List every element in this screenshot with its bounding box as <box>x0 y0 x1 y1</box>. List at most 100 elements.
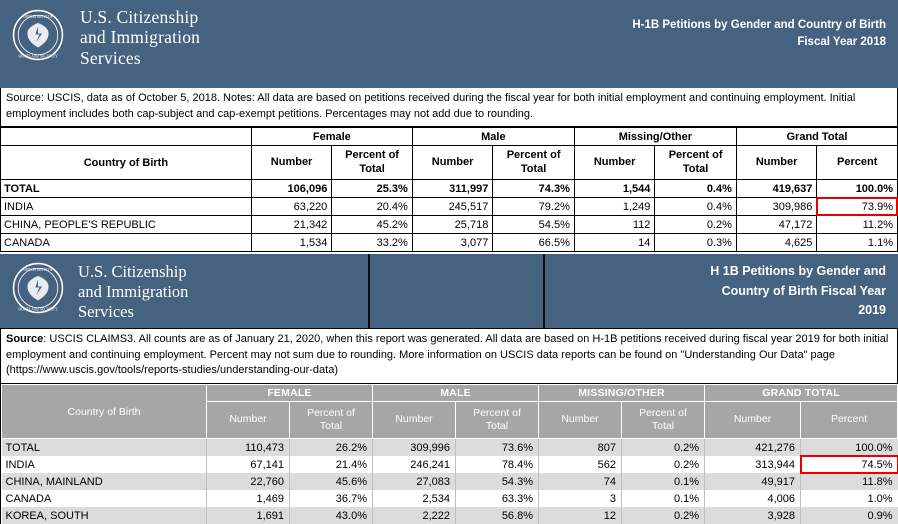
cell-total-percent: 0.9% <box>800 507 898 524</box>
cell-missing-number: 1,544 <box>573 179 656 199</box>
cell-missing-percent: 0.2% <box>621 456 706 474</box>
cell-male-percent: 63.3% <box>455 490 540 508</box>
cell-female-number: 21,342 <box>250 215 333 235</box>
cell-male-percent: 66.5% <box>492 233 575 253</box>
col-male-number: Number <box>411 145 494 181</box>
cell-missing-number: 3 <box>538 490 623 508</box>
cell-male-number: 311,997 <box>411 179 494 199</box>
agency-name: U.S. Citizenship and Immigration Service… <box>78 262 189 321</box>
cell-country: INDIA <box>0 197 252 217</box>
cell-country: TOTAL <box>1 438 207 457</box>
col-male-percent: Percent of Total <box>454 401 540 440</box>
cell-total-number: 47,172 <box>735 215 818 235</box>
cell-female-percent: 25.3% <box>331 179 413 199</box>
group-female: Female <box>250 127 413 147</box>
cell-total-percent: 100.0% <box>800 438 898 457</box>
col-missing-number: Number <box>538 401 623 440</box>
table-subheader-row: Country of Birth Number Percent of Total… <box>0 145 898 181</box>
report2-agency-block: DEPARTMENT OF HOMELAND SECURITY U.S. Cit… <box>0 254 370 329</box>
source-text: : USCIS CLAIMS3. All counts are as of Ja… <box>6 333 889 377</box>
table-row: INDIA 67,141 21.4% 246,241 78.4% 562 0.2… <box>1 455 898 475</box>
cell-female-percent: 21.4% <box>289 456 373 474</box>
cell-male-number: 27,083 <box>372 473 456 491</box>
cell-total-percent: 1.0% <box>800 490 898 508</box>
col-total-percent: Percent <box>816 145 898 181</box>
svg-text:HOMELAND SECURITY: HOMELAND SECURITY <box>18 54 58 58</box>
cell-missing-number: 112 <box>573 215 656 235</box>
table-group-header-row: Country of Birth FEMALE MALE MISSING/OTH… <box>1 384 898 440</box>
cell-country: INDIA <box>1 456 207 474</box>
cell-missing-number: 807 <box>538 438 623 457</box>
cell-female-percent: 43.0% <box>289 507 373 524</box>
cell-missing-percent: 0.2% <box>621 507 706 524</box>
report-page: DEPARTMENT OF HOMELAND SECURITY U.S. Cit… <box>0 0 898 524</box>
cell-total-percent: 11.8% <box>800 473 898 491</box>
cell-male-number: 25,718 <box>411 215 494 235</box>
cell-missing-number: 1,249 <box>573 197 656 217</box>
group-grand-total: Grand Total <box>735 127 898 147</box>
col-female-percent: Percent of Total <box>289 401 373 440</box>
cell-country: CANADA <box>0 233 252 253</box>
col-total-percent: Percent <box>800 401 898 440</box>
table-row: CHINA, MAINLAND 22,760 45.6% 27,083 54.3… <box>1 473 898 491</box>
cell-male-percent: 74.3% <box>492 179 575 199</box>
cell-total-number: 313,944 <box>704 456 802 474</box>
report2-banner: DEPARTMENT OF HOMELAND SECURITY U.S. Cit… <box>0 252 898 329</box>
cell-male-number: 2,222 <box>372 507 456 524</box>
svg-text:DEPARTMENT OF: DEPARTMENT OF <box>23 268 52 272</box>
report1-table: Female Male Missing/Other Grand Total Co… <box>0 127 898 253</box>
report1-title: H-1B Petitions by Gender and Country of … <box>632 19 886 48</box>
cell-missing-number: 14 <box>573 233 656 253</box>
cell-total-number: 419,637 <box>735 179 818 199</box>
cell-female-number: 63,220 <box>250 197 333 217</box>
cell-total-percent: 11.2% <box>816 215 898 235</box>
col-missing-number: Number <box>573 145 656 181</box>
col-male-number: Number <box>372 401 456 440</box>
col-country-of-birth: Country of Birth <box>1 384 207 440</box>
dhs-seal-icon: DEPARTMENT OF HOMELAND SECURITY <box>12 9 64 61</box>
svg-text:HOMELAND SECURITY: HOMELAND SECURITY <box>18 308 58 312</box>
group-blank <box>0 127 252 146</box>
report2-title: H 1B Petitions by Gender and Country of … <box>710 264 886 317</box>
agency-name: U.S. Citizenship and Immigration Service… <box>80 7 201 68</box>
report2-table-wrapper: Country of Birth FEMALE MALE MISSING/OTH… <box>0 384 898 524</box>
cell-female-percent: 36.7% <box>289 490 373 508</box>
table-row: KOREA, SOUTH 1,691 43.0% 2,222 56.8% 12 … <box>1 507 898 524</box>
cell-country: KOREA, SOUTH <box>1 507 207 524</box>
report2-title-block: H 1B Petitions by Gender and Country of … <box>545 254 898 328</box>
table-row: CANADA 1,534 33.2% 3,077 66.5% 14 0.3% 4… <box>0 233 898 253</box>
col-female-number: Number <box>250 145 333 181</box>
cell-total-percent-highlighted: 73.9% <box>816 197 898 217</box>
report2-banner-spacer <box>370 254 545 329</box>
report1-source-note: Source: USCIS, data as of October 5, 201… <box>0 88 898 128</box>
col-total-number: Number <box>704 401 802 440</box>
cell-total-number: 49,917 <box>704 473 802 491</box>
cell-female-percent: 26.2% <box>289 438 373 457</box>
cell-missing-number: 74 <box>538 473 623 491</box>
svg-text:DEPARTMENT OF: DEPARTMENT OF <box>23 15 52 19</box>
cell-female-number: 1,691 <box>206 507 290 524</box>
group-female: FEMALE <box>206 384 373 403</box>
cell-male-percent: 79.2% <box>492 197 575 217</box>
col-total-number: Number <box>735 145 818 181</box>
report2-table: Country of Birth FEMALE MALE MISSING/OTH… <box>1 384 898 524</box>
col-female-percent: Percent of Total <box>331 145 413 181</box>
table-row: CHINA, PEOPLE'S REPUBLIC 21,342 45.2% 25… <box>0 215 898 235</box>
cell-missing-percent: 0.1% <box>621 473 706 491</box>
cell-female-percent: 45.6% <box>289 473 373 491</box>
cell-missing-number: 12 <box>538 507 623 524</box>
cell-female-number: 22,760 <box>206 473 290 491</box>
table-row: CANADA 1,469 36.7% 2,534 63.3% 3 0.1% 4,… <box>1 490 898 508</box>
table-row: INDIA 63,220 20.4% 245,517 79.2% 1,249 0… <box>0 197 898 217</box>
cell-female-percent: 20.4% <box>331 197 413 217</box>
cell-total-number: 3,928 <box>704 507 802 524</box>
cell-male-percent: 73.6% <box>455 438 540 457</box>
col-missing-percent: Percent of Total <box>621 401 706 440</box>
cell-missing-percent: 0.1% <box>621 490 706 508</box>
table-row: TOTAL 106,096 25.3% 311,997 74.3% 1,544 … <box>0 179 898 199</box>
cell-female-number: 1,534 <box>250 233 333 253</box>
cell-male-number: 3,077 <box>411 233 494 253</box>
cell-missing-percent: 0.2% <box>621 438 706 457</box>
group-male: MALE <box>371 384 540 403</box>
cell-female-number: 1,469 <box>206 490 290 508</box>
